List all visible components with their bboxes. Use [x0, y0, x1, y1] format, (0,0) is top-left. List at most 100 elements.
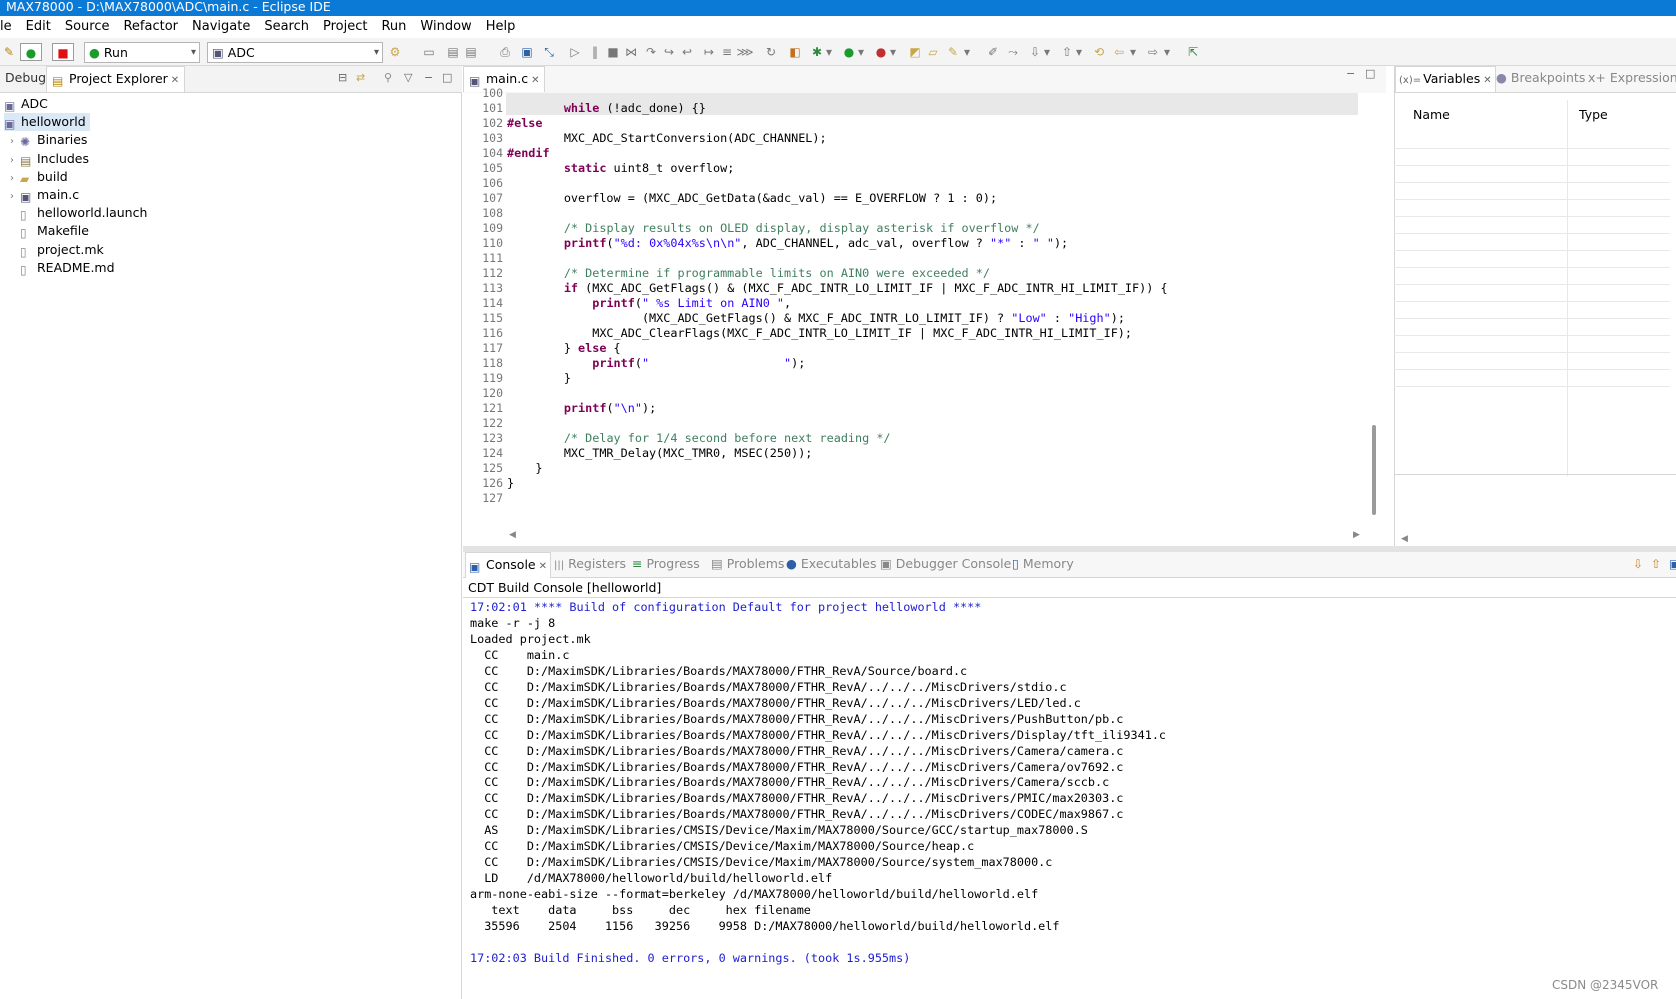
launch-target-combo[interactable]: ▣ ADC ▾ — [207, 42, 383, 63]
tree-item[interactable]: ▯ README.md — [10, 259, 115, 277]
annotation-icon[interactable]: ✐ — [984, 43, 1002, 61]
view-menu-icon[interactable]: ▽ — [404, 66, 412, 90]
editor-hscroll[interactable]: ◀ ▶ — [507, 530, 1367, 544]
build-icon[interactable]: ✎ — [0, 43, 18, 61]
code-line[interactable]: (MXC_ADC_GetFlags() & MXC_F_ADC_INTR_LO_… — [507, 311, 1125, 326]
step-into-icon[interactable]: ↷ — [642, 43, 660, 61]
tree-item[interactable]: ▯ helloworld.launch — [10, 204, 147, 222]
new-icon[interactable]: ▭ — [420, 43, 438, 61]
column-name[interactable]: Name — [1413, 107, 1450, 122]
tab-memory[interactable]: ▯ Memory — [1009, 552, 1077, 578]
tab-registers[interactable]: ||| Registers — [551, 552, 629, 578]
code-line[interactable]: #endif — [507, 146, 550, 161]
tree-item[interactable]: ▯ project.mk — [10, 241, 104, 259]
code-line[interactable]: MXC_TMR_Delay(MXC_TMR0, MSEC(250)); — [507, 446, 813, 461]
save-icon[interactable]: ▤ — [444, 43, 462, 61]
gear-icon[interactable]: ⚙ — [386, 43, 404, 61]
column-type[interactable]: Type — [1579, 107, 1608, 122]
back-icon[interactable]: ⇦ — [1110, 43, 1128, 61]
code-line[interactable]: } — [507, 461, 542, 476]
tree-item[interactable]: › ▰ build — [10, 168, 68, 187]
chevron-down-icon[interactable]: ▾ — [1074, 43, 1084, 61]
chevron-right-icon[interactable]: › — [10, 188, 20, 205]
chevron-down-icon[interactable]: ▾ — [1042, 43, 1052, 61]
maximize-icon[interactable]: □ — [1365, 62, 1375, 86]
link-editor-icon[interactable]: ⇄ — [356, 66, 365, 90]
minimize-icon[interactable]: − — [1346, 62, 1355, 86]
editor-vscroll[interactable] — [1368, 93, 1380, 523]
tab-problems[interactable]: ▤ Problems — [708, 552, 787, 578]
tab-console[interactable]: ▣ Console ✕ — [465, 552, 552, 578]
terminal-icon[interactable]: ▣ — [518, 43, 536, 61]
chevron-down-icon[interactable]: ▾ — [888, 43, 898, 61]
use-step-filters-icon[interactable]: ⋙ — [736, 43, 754, 61]
disconnect-icon[interactable]: ⋈ — [622, 43, 640, 61]
display-console-icon[interactable]: ▣ — [1669, 552, 1676, 576]
tab-variables[interactable]: (x)= Variables ✕ — [1395, 66, 1496, 92]
save-all-icon[interactable]: ▤ — [462, 43, 480, 61]
step-return-icon[interactable]: ↩ — [678, 43, 696, 61]
code-line[interactable]: /* Display results on OLED display, disp… — [507, 221, 1040, 236]
code-line[interactable]: } else { — [507, 341, 621, 356]
editor-vscroll-thumb[interactable] — [1372, 425, 1376, 515]
chevron-down-icon[interactable]: ▾ — [856, 43, 866, 61]
chevron-right-icon[interactable]: › — [10, 133, 20, 150]
tree-item[interactable]: › ✺ Binaries — [10, 131, 87, 150]
close-icon[interactable]: ✕ — [1483, 75, 1491, 86]
code-line[interactable]: while (!adc_done) {} — [507, 101, 706, 116]
maximize-icon[interactable]: □ — [442, 66, 452, 90]
last-edit-icon[interactable]: ⟲ — [1090, 43, 1108, 61]
menu-project[interactable]: Project — [316, 16, 374, 38]
code-line[interactable]: } — [507, 476, 514, 491]
column-divider[interactable] — [1567, 100, 1568, 476]
pin-console-icon[interactable]: ⇧ — [1651, 552, 1661, 576]
suspend-icon[interactable]: ‖ — [586, 43, 604, 61]
code-line[interactable]: /* Determine if programmable limits on A… — [507, 266, 990, 281]
code-line[interactable]: if (MXC_ADC_GetFlags() & (MXC_F_ADC_INTR… — [507, 281, 1168, 296]
run-config-combo[interactable]: ● Run ▾ — [84, 42, 200, 63]
instruction-step-icon[interactable]: ≡ — [718, 43, 736, 61]
menu-run[interactable]: Run — [374, 16, 413, 38]
code-line[interactable]: printf(" "); — [507, 356, 805, 371]
tab-executables[interactable]: ● Executables — [783, 552, 879, 578]
code-line[interactable]: printf(" %s Limit on AIN0 ", — [507, 296, 791, 311]
chevron-down-icon[interactable]: ▾ — [962, 43, 972, 61]
menu-navigate[interactable]: Navigate — [185, 16, 257, 38]
code-line[interactable]: #else — [507, 116, 543, 131]
skip-breakpoints-icon[interactable]: ⤡ — [540, 43, 558, 61]
menu-search[interactable]: Search — [257, 16, 316, 38]
print-icon[interactable]: ⎙ — [496, 43, 514, 61]
tab-debug[interactable]: Debug — [0, 66, 51, 92]
menu-file[interactable]: le — [0, 16, 19, 38]
menu-source[interactable]: Source — [58, 16, 117, 38]
toggle-mark-icon[interactable]: ⤳ — [1004, 43, 1022, 61]
code-line[interactable]: static uint8_t overflow; — [507, 161, 734, 176]
code-line[interactable]: /* Delay for 1/4 second before next read… — [507, 431, 891, 446]
tab-breakpoints[interactable]: ● Breakpoints — [1493, 66, 1588, 92]
scroll-lock-icon[interactable]: ⇩ — [1633, 552, 1643, 576]
tab-progress[interactable]: ≡ Progress — [629, 552, 703, 578]
code-line[interactable]: overflow = (MXC_ADC_GetData(&adc_val) ==… — [507, 191, 997, 206]
drop-frame-icon[interactable]: ↦ — [700, 43, 718, 61]
menu-refactor[interactable]: Refactor — [116, 16, 185, 38]
tab-debugger-console[interactable]: ▣ Debugger Console — [877, 552, 1014, 578]
code-line[interactable]: MXC_ADC_StartConversion(ADC_CHANNEL); — [507, 131, 827, 146]
code-line[interactable]: printf("%d: 0x%04x%s\n\n", ADC_CHANNEL, … — [507, 236, 1068, 251]
scroll-right-icon[interactable]: ▶ — [1353, 530, 1360, 540]
close-icon[interactable]: ✕ — [539, 561, 547, 572]
launch-icon[interactable]: ● — [20, 43, 42, 61]
tree-item[interactable]: › ▤ Includes — [10, 150, 89, 169]
filter-icon[interactable]: ⚲ — [384, 66, 392, 90]
step-over-icon[interactable]: ↪ — [660, 43, 678, 61]
close-icon[interactable]: ✕ — [531, 75, 539, 86]
menu-window[interactable]: Window — [413, 16, 478, 38]
resume-icon[interactable]: ▷ — [566, 43, 584, 61]
code-line[interactable]: MXC_ADC_ClearFlags(MXC_F_ADC_INTR_LO_LIM… — [507, 326, 1132, 341]
scroll-left-icon[interactable]: ◀ — [509, 530, 516, 540]
tree-item[interactable]: ▯ Makefile — [10, 222, 89, 240]
terminate-icon[interactable]: ■ — [604, 43, 622, 61]
build-all-icon[interactable]: ◧ — [786, 43, 804, 61]
menu-help[interactable]: Help — [479, 16, 523, 38]
chevron-down-icon[interactable]: ▾ — [1162, 43, 1172, 61]
chevron-down-icon[interactable]: ▾ — [824, 43, 834, 61]
